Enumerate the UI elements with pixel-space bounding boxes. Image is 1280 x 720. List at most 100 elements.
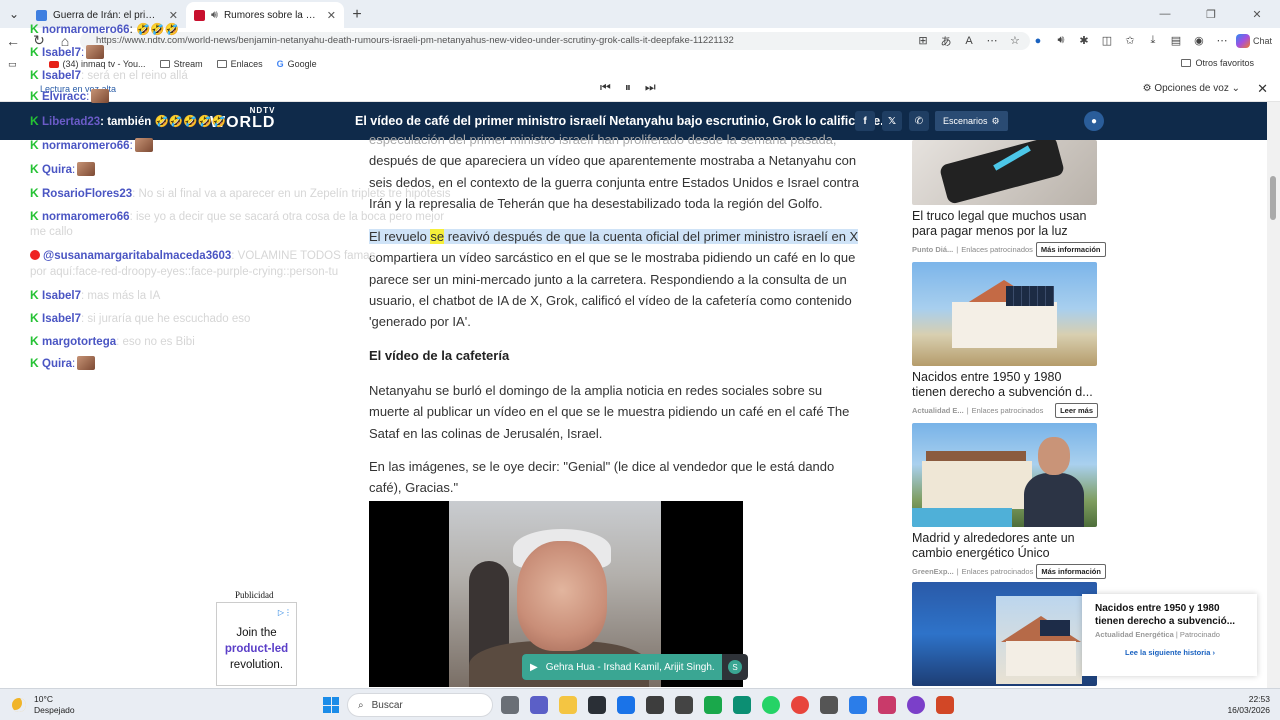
system-clock[interactable]: 22:53 16/03/2026 (1227, 694, 1270, 716)
music-player[interactable]: ▶ Gehra Hua - Irshad Kamil, Arijit Singh.… (522, 654, 748, 680)
chat-username: normaromero66 (42, 211, 130, 223)
music-player-track[interactable]: ▶ Gehra Hua - Irshad Kamil, Arijit Singh. (522, 654, 722, 680)
pause-icon[interactable]: ⏸ (625, 80, 631, 95)
start-windows-icon[interactable] (323, 697, 339, 713)
ad-2-meta: Actualidad E... | Enlaces patrocinados Leer… (912, 402, 1098, 418)
collections-icon[interactable]: ▤ (1167, 34, 1185, 47)
previous-icon[interactable]: ⏮ (600, 80, 611, 95)
new-tab-button[interactable]: + (344, 2, 370, 28)
kick-icon: K (30, 209, 39, 223)
favorite-star-icon[interactable]: ☆ (1006, 34, 1024, 47)
whatsapp-icon[interactable] (762, 696, 780, 714)
powerpoint-icon[interactable] (936, 696, 954, 714)
chrome-icon[interactable] (791, 696, 809, 714)
obs-icon[interactable] (878, 696, 896, 714)
restore-icon[interactable]: ❐ (1188, 0, 1234, 28)
weather-widget[interactable]: 10°C Despejado (12, 694, 75, 716)
read-aloud-icon[interactable]: A (960, 35, 978, 47)
settings-app-icon[interactable] (646, 696, 664, 714)
download-icon[interactable]: ⤓ (1144, 34, 1162, 47)
next-story-popup[interactable]: Nacidos entre 1950 y 1980 tienen derecho… (1082, 594, 1257, 676)
ad-3-image[interactable] (912, 423, 1097, 527)
popup-thumb-panels (1040, 620, 1070, 636)
tab-2-audio-icon[interactable]: 🔊︎ (211, 9, 218, 22)
file-explorer-icon[interactable] (559, 696, 577, 714)
scrollbar-thumb[interactable] (1270, 176, 1276, 220)
x-share-icon[interactable]: 𝕏 (882, 111, 902, 131)
extension-icon[interactable]: ● (1029, 35, 1047, 47)
app-purple-icon[interactable] (907, 696, 925, 714)
app-gray-icon[interactable] (820, 696, 838, 714)
store-icon[interactable] (588, 696, 606, 714)
teams-icon[interactable] (530, 696, 548, 714)
app-icon[interactable]: ⊞ (914, 34, 932, 47)
volume-icon[interactable]: 🔊︎ (1052, 34, 1070, 47)
tab-2-close-icon[interactable]: ✕ (327, 9, 336, 22)
puzzle-extensions-icon[interactable]: ✱ (1075, 34, 1093, 47)
favorites-icon[interactable]: ✩ (1121, 34, 1139, 47)
other-favorites[interactable]: Otros favoritos (1181, 58, 1254, 68)
ad-1-title[interactable]: El truco legal que muchos usan para paga… (912, 209, 1098, 239)
mail-icon[interactable] (617, 696, 635, 714)
bookmarks-menu-icon[interactable]: ▭ (8, 59, 17, 70)
profile-avatar-icon[interactable]: ◉ (1190, 34, 1208, 47)
tab-2[interactable]: 🔊︎ Rumores sobre la muerte de N ✕ (186, 2, 344, 28)
app-green-icon[interactable] (704, 696, 722, 714)
chat-text: : 🤣🤣🤣 (129, 24, 179, 36)
search-icon: ⌕ (358, 699, 364, 711)
whatsapp-share-icon[interactable]: ✆ (909, 111, 929, 131)
adchoices-icon[interactable]: ▷⋮ (278, 605, 292, 621)
popup-title[interactable]: Nacidos entre 1950 y 1980 tienen derecho… (1095, 603, 1245, 628)
translate-icon[interactable]: あ (937, 33, 955, 49)
taskbar-search[interactable]: ⌕ Buscar (347, 693, 493, 717)
voice-options-button[interactable]: ⚙ Opciones de voz ⌄ (1143, 83, 1240, 94)
ad-3-sponsored: Enlaces patrocinados (961, 566, 1034, 576)
page-scrollbar[interactable] (1267, 102, 1280, 688)
window-close-icon[interactable]: ✕ (1234, 0, 1280, 28)
ad-2-button[interactable]: Leer más (1055, 402, 1098, 418)
chat-text: : VOLAMINE TODOS famas (231, 250, 376, 262)
app-blue-icon[interactable] (849, 696, 867, 714)
chat-emote-icon (91, 89, 110, 103)
bookmark-enlaces[interactable]: Enlaces (216, 59, 263, 69)
split-screen-icon[interactable]: ◫ (1098, 34, 1116, 47)
edge-icon[interactable] (733, 696, 751, 714)
tab-1-close-icon[interactable]: ✕ (169, 9, 178, 22)
article-paragraph-3: Netanyahu se burló el domingo de la ampl… (369, 382, 850, 441)
more-icon[interactable]: ⋯ (983, 34, 1001, 47)
url-field[interactable]: https://www.ndtv.com/world-news/benjamin… (80, 32, 1030, 50)
chat-message: Knormaromero66: ise yo a decir que se sa… (30, 209, 444, 225)
minimize-icon[interactable]: — (1142, 0, 1188, 28)
next-icon[interactable]: ⏭ (645, 80, 656, 95)
ad-2-title[interactable]: Nacidos entre 1950 y 1980 tienen derecho… (912, 370, 1098, 400)
tab-actions-chevron-icon[interactable]: ⌄ (0, 0, 28, 28)
next-story-link[interactable]: Lee la siguiente historia › (1095, 648, 1245, 657)
ad-3-title[interactable]: Madrid y alrededores ante un cambio ener… (912, 531, 1098, 561)
task-view-icon[interactable] (501, 696, 519, 714)
chat-username: RosarioFlores23 (42, 188, 133, 200)
play-icon[interactable]: ▶ (530, 662, 538, 673)
escenarios-button[interactable]: Escenarios ⚙ (935, 111, 1008, 131)
shazam-icon[interactable]: S (728, 660, 742, 674)
chat-message: K Isabel7: será en el reino allá (30, 68, 188, 84)
kick-icon: K (30, 138, 39, 152)
ad-3-button[interactable]: Más información (1036, 563, 1106, 579)
ad-1-image[interactable] (912, 140, 1097, 205)
article-paragraph-2: El revuelo se reavivó después de que la … (369, 226, 861, 332)
read-aloud-close-icon[interactable]: ✕ (1257, 81, 1268, 97)
settings-more-icon[interactable]: ⋯ (1213, 34, 1231, 47)
user-account-icon[interactable]: ● (1084, 111, 1104, 131)
copilot-chat-button[interactable]: Chat (1235, 33, 1272, 48)
left-ad[interactable]: ▷⋮ Join the product-led revolution. (216, 602, 297, 686)
popup-thumbnail[interactable] (996, 596, 1082, 684)
weather-text: 10°C Despejado (34, 694, 75, 716)
ad-3-villa (922, 461, 1032, 509)
kick-icon: K (30, 114, 39, 128)
bookmark-google[interactable]: G Google (277, 59, 317, 69)
ad-2-image[interactable] (912, 262, 1097, 366)
app-cube-icon[interactable] (675, 696, 693, 714)
ad-1-button[interactable]: Más información (1035, 241, 1106, 257)
kick-icon: K (30, 186, 39, 200)
facebook-share-icon[interactable]: f (855, 111, 875, 131)
back-arrow-icon[interactable]: ← (0, 28, 26, 53)
